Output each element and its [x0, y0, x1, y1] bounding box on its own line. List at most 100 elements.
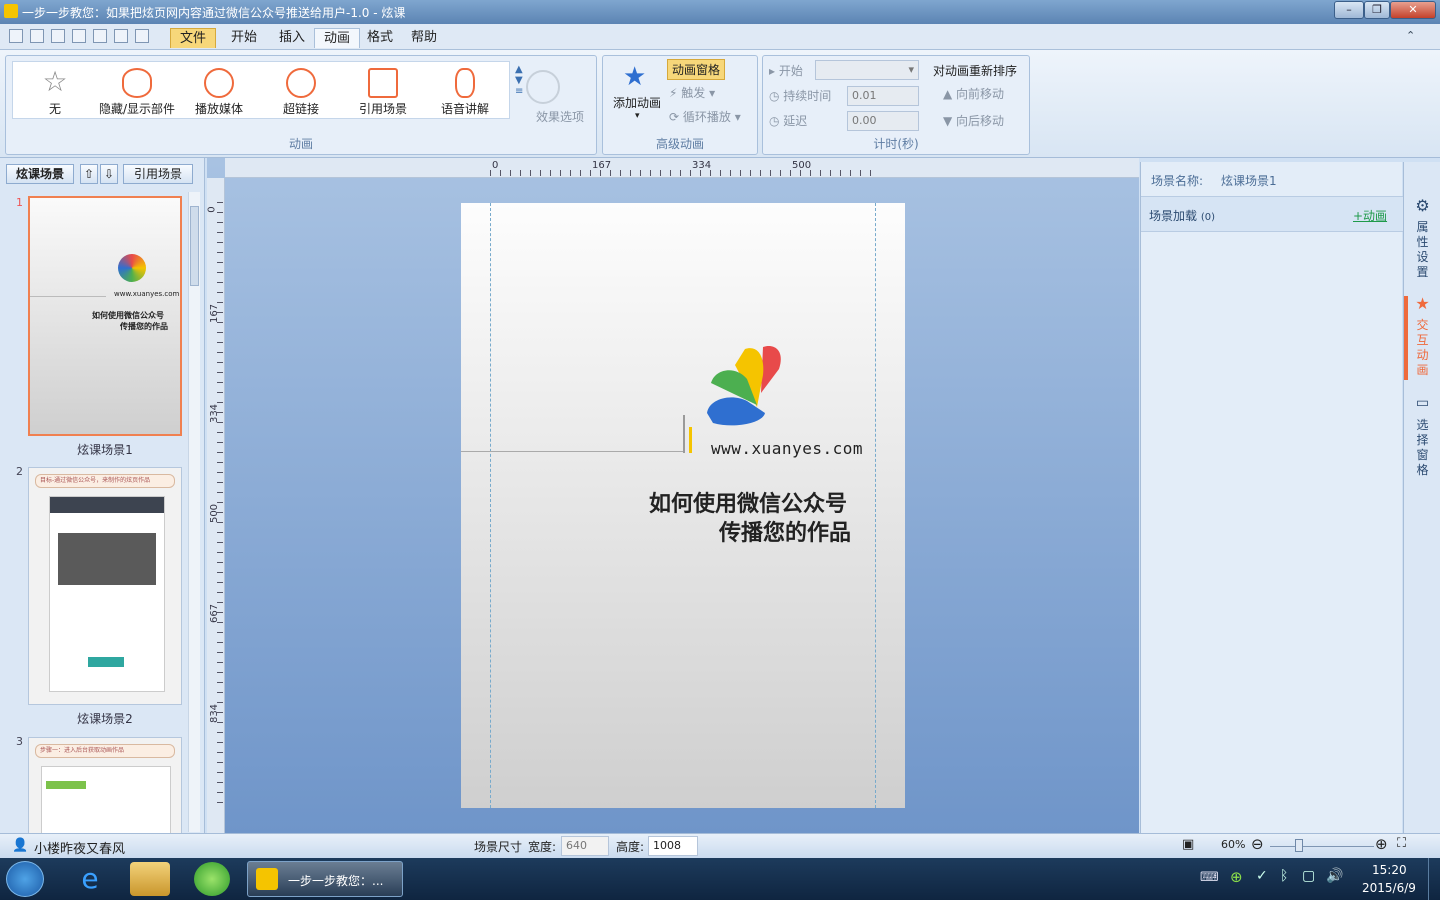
scene-load-label: 场景加载 (0) [1149, 209, 1216, 223]
network-icon[interactable]: ✓ [1256, 868, 1268, 884]
scene-scrollbar[interactable] [188, 192, 200, 832]
move-up-icon[interactable]: ⇧ [80, 164, 98, 184]
bluetooth-icon[interactable]: ᛒ [1280, 868, 1288, 884]
bar-yellow [689, 427, 692, 453]
tab-properties[interactable]: 属性设置 [1404, 220, 1440, 280]
phone-mockup [49, 496, 165, 692]
keyboard-icon[interactable]: ⌨ [1200, 870, 1219, 885]
screenshot-mockup [41, 766, 171, 834]
active-tab-indicator [1404, 296, 1408, 380]
clapper-icon [368, 68, 398, 98]
tab-scenes[interactable]: 炫课场景 [6, 164, 74, 184]
start-select[interactable]: ▾ [815, 60, 919, 80]
fullscreen-icon[interactable]: ⛶ [1397, 836, 1406, 851]
anim-play-media[interactable]: 播放媒体 [179, 62, 259, 118]
ref-scene-button[interactable]: 引用场景 [123, 164, 193, 184]
start-button[interactable] [6, 861, 44, 897]
app-update-icon[interactable] [194, 862, 230, 896]
user-name: 小楼昨夜又春风 [34, 842, 126, 857]
add-animation-dropdown-icon[interactable]: ▾ [635, 111, 640, 121]
zoom-slider[interactable] [1270, 846, 1374, 847]
menu-help[interactable]: 帮助 [402, 28, 446, 48]
photo [58, 533, 156, 585]
plus-icon[interactable]: ⊕ [1230, 868, 1243, 886]
taskbar-app-label: 一步一步教您：... [288, 874, 384, 888]
scene-load-row: 场景加载 (0) +动画 [1141, 196, 1403, 232]
maximize-button[interactable]: ❐ [1364, 1, 1390, 19]
ie-icon[interactable]: e [68, 862, 112, 896]
gallery-scroll-icon[interactable]: ▲ ▼ ≡ [515, 64, 523, 97]
app-icon [256, 868, 278, 890]
width-label: 宽度: [528, 840, 557, 854]
thumb-line2: 传播您的作品 [120, 322, 168, 331]
phone-header [50, 497, 164, 513]
menu-start[interactable]: 开始 [222, 28, 266, 48]
anim-voice[interactable]: 语音讲解 [425, 62, 505, 118]
add-animation-button[interactable]: 添加动画 [613, 94, 661, 111]
ruler-top: 0 167 334 500 [225, 158, 1139, 178]
scene-thumbnail-1[interactable]: www.xuanyes.com 如何使用微信公众号 传播您的作品 [28, 196, 182, 436]
scene-thumbnail-2[interactable]: 目标-通过微信公众号，来制作的炫页作品 [28, 467, 182, 705]
preview-icon[interactable] [93, 29, 107, 43]
height-label: 高度: [616, 840, 645, 854]
effect-options-button[interactable]: 效果选项 [536, 108, 584, 125]
divider [30, 296, 106, 297]
page-title-line1[interactable]: 如何使用微信公众号 [649, 486, 847, 518]
close-button[interactable]: ✕ [1390, 1, 1436, 19]
user-icon: 👤 [12, 838, 29, 853]
animation-pane-button[interactable]: 动画窗格 [667, 59, 726, 80]
page-title-line2[interactable]: 传播您的作品 [719, 515, 851, 547]
tab-selection-pane[interactable]: 选择窗格 [1404, 418, 1440, 478]
explorer-icon[interactable] [130, 862, 170, 896]
publish-icon[interactable] [114, 29, 128, 43]
trigger-button[interactable]: ⚡ 触发 ▾ [669, 84, 715, 101]
bar-grey [683, 415, 685, 453]
scene-page[interactable]: www.xuanyes.com 如何使用微信公众号 传播您的作品 [461, 203, 905, 808]
width-input[interactable]: 640 [561, 836, 609, 856]
zoom-in-icon[interactable]: ⊕ [1375, 835, 1388, 853]
minimize-button[interactable]: – [1334, 1, 1364, 19]
page-icon[interactable] [135, 29, 149, 43]
show-desktop-button[interactable] [1428, 858, 1440, 900]
side-tab-bar: ⚙ 属性设置 ★ 交互动画 ▭ 选择窗格 [1403, 162, 1440, 833]
scrollbar-thumb[interactable] [190, 206, 199, 286]
timing-group: ▸ 开始 ▾ ◷ 持续时间 0.01 ◷ 延迟 0.00 对动画重新排序 ▲ 向… [762, 55, 1030, 155]
zoom-out-icon[interactable]: ⊖ [1251, 835, 1264, 853]
menu-insert[interactable]: 插入 [270, 28, 314, 48]
timing-group-label: 计时(秒) [873, 137, 919, 151]
height-input[interactable]: 1008 [648, 836, 698, 856]
menu-file[interactable]: 文件 [170, 28, 217, 48]
open-icon[interactable] [51, 29, 65, 43]
move-later-button[interactable]: ▼ 向后移动 [943, 112, 1004, 129]
page-url[interactable]: www.xuanyes.com [711, 439, 863, 458]
taskbar-app-button[interactable]: 一步一步教您：... [247, 861, 403, 897]
scene-label-2: 炫课场景2 [77, 712, 133, 726]
volume-icon[interactable]: 🔊 [1326, 868, 1343, 884]
gear-icon: ⚙ [1415, 196, 1430, 215]
clock-time: 15:20 [1372, 863, 1407, 877]
delay-input[interactable]: 0.00 [847, 111, 919, 131]
duration-input[interactable]: 0.01 [847, 86, 919, 106]
zoom-slider-thumb[interactable] [1295, 839, 1303, 852]
display-icon[interactable]: ▢ [1302, 868, 1315, 884]
anim-ref-scene[interactable]: 引用场景 [343, 62, 423, 118]
collapse-ribbon-icon[interactable]: ⌃ [1406, 29, 1415, 42]
anim-hide-show[interactable]: 隐藏/显示部件 [97, 62, 177, 118]
scene-thumbnail-3[interactable]: 步骤一：进入后台获取动画作品 [28, 737, 182, 834]
anim-hyperlink[interactable]: 超链接 [261, 62, 341, 118]
anim-none[interactable]: ☆ 无 [15, 62, 95, 118]
loop-play-button[interactable]: ⟳ 循环播放 ▾ [669, 108, 741, 125]
logo-icon[interactable] [705, 341, 805, 431]
fit-view-icon[interactable]: ▣ [1182, 837, 1194, 852]
add-animation-link[interactable]: +动画 [1353, 207, 1387, 224]
save-as-icon[interactable] [30, 29, 44, 43]
phone-button [88, 657, 124, 667]
menu-animation[interactable]: 动画 [314, 28, 361, 48]
save-icon[interactable] [9, 29, 23, 43]
menu-format[interactable]: 格式 [358, 28, 402, 48]
move-earlier-button[interactable]: ▲ 向前移动 [943, 85, 1004, 102]
move-down-icon[interactable]: ⇩ [100, 164, 118, 184]
upload-icon[interactable] [72, 29, 86, 43]
thumb-caption: 目标-通过微信公众号，来制作的炫页作品 [35, 474, 175, 488]
tab-interactive-animation[interactable]: 交互动画 [1404, 318, 1440, 378]
